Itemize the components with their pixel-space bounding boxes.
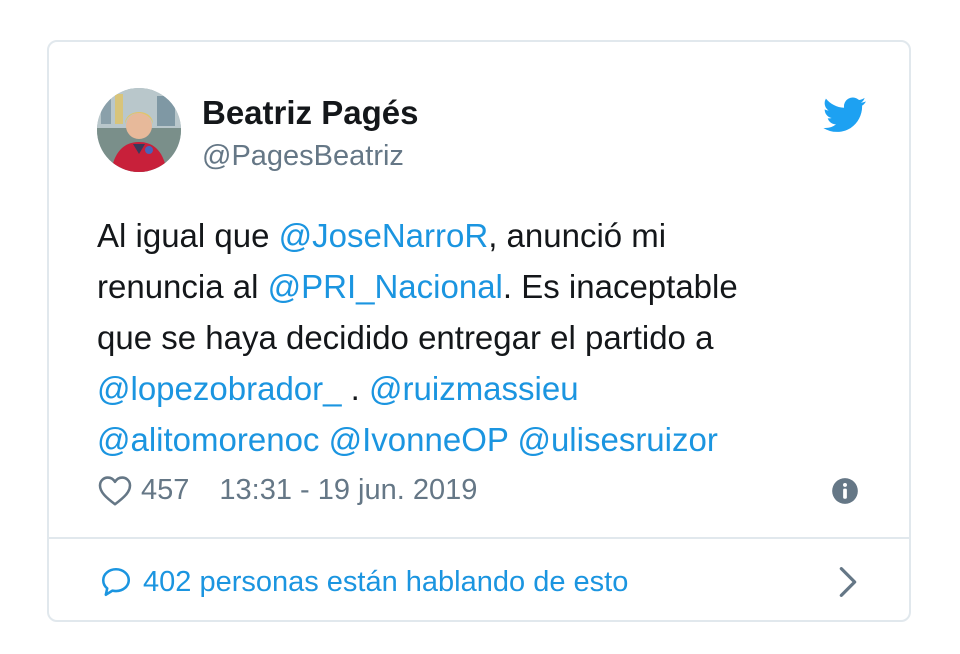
info-icon[interactable] bbox=[831, 477, 859, 505]
mention-link[interactable]: @alitomorenoc bbox=[97, 421, 319, 458]
tweet-text-segment: . bbox=[341, 370, 370, 407]
mention-link[interactable]: @ruizmassieu bbox=[369, 370, 579, 407]
mention-link[interactable]: @PRI_Nacional bbox=[268, 268, 503, 305]
mention-link[interactable]: @lopezobrador_ bbox=[97, 370, 342, 407]
like-count: 457 bbox=[141, 473, 190, 506]
avatar[interactable] bbox=[97, 88, 181, 172]
tweet-line: @alitomorenoc @IvonneOP @ulisesruizor bbox=[97, 414, 877, 465]
tweet-text-segment: renuncia al bbox=[97, 268, 268, 305]
author-handle[interactable]: @PagesBeatriz bbox=[202, 140, 404, 173]
tweet-line: Al igual que @JoseNarroR, anunció mi bbox=[97, 210, 877, 261]
tweet-text-segment: Al igual que bbox=[97, 217, 279, 254]
twitter-bird-icon[interactable] bbox=[823, 97, 867, 133]
conversation-link[interactable]: 402 personas están hablando de esto bbox=[99, 560, 628, 604]
tweet-text-segment: , anunció mi bbox=[488, 217, 667, 254]
mention-link[interactable]: @JoseNarroR bbox=[279, 217, 489, 254]
tweet-timestamp[interactable]: 13:31 - 19 jun. 2019 bbox=[219, 474, 477, 507]
speech-bubble-icon bbox=[101, 567, 131, 597]
tweet-meta: 457 13:31 - 19 jun. 2019 bbox=[97, 472, 477, 508]
tweet-text-segment: . Es inaceptable bbox=[502, 268, 738, 305]
tweet-text-segment bbox=[319, 421, 328, 458]
tweet-text: Al igual que @JoseNarroR, anunció mi renu… bbox=[97, 210, 877, 465]
author-name[interactable]: Beatriz Pagés bbox=[202, 94, 418, 132]
footer-divider bbox=[49, 537, 909, 539]
tweet-line: renuncia al @PRI_Nacional. Es inaceptabl… bbox=[97, 261, 877, 312]
tweet-line: que se haya decidido entregar el partido… bbox=[97, 312, 877, 363]
chevron-right-icon[interactable] bbox=[837, 566, 859, 598]
tweet-card[interactable]: Beatriz Pagés @PagesBeatriz Al igual que… bbox=[47, 40, 911, 622]
mention-link[interactable]: @ulisesruizor bbox=[517, 421, 717, 458]
mention-link[interactable]: @IvonneOP bbox=[329, 421, 509, 458]
conversation-label: 402 personas están hablando de esto bbox=[143, 565, 629, 598]
tweet-text-segment: que se haya decidido entregar el partido… bbox=[97, 319, 714, 356]
heart-icon[interactable] bbox=[97, 473, 133, 507]
tweet-line: @lopezobrador_ . @ruizmassieu bbox=[97, 363, 877, 414]
